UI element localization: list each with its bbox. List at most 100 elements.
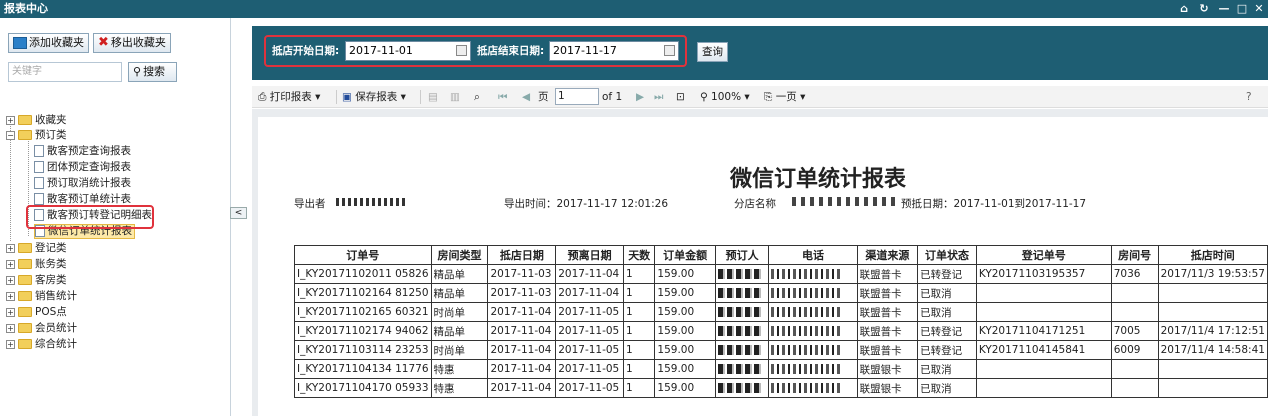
table-cell: 2017-11-05 bbox=[555, 359, 624, 379]
expand-icon[interactable]: + bbox=[6, 115, 15, 125]
redacted-value bbox=[717, 345, 762, 355]
table-cell: 159.00 bbox=[654, 283, 716, 303]
table-row: I_KY20171103114 23253 时尚单 2017-11-04 2017-1… bbox=[294, 340, 1268, 360]
table-cell: 2017-11-04 bbox=[487, 340, 557, 360]
table-cell: 已转登记 bbox=[917, 321, 977, 341]
table-cell: 2017/11/4 17:12:51 bbox=[1157, 321, 1268, 341]
branch-value-redacted bbox=[792, 197, 896, 206]
print-button[interactable]: ⎙ 打印报表 ▾ bbox=[258, 86, 320, 108]
table-cell: KY20171104171251 bbox=[975, 321, 1112, 341]
zoom-icon: ⚲ bbox=[700, 91, 708, 103]
export-icon[interactable]: ▤ bbox=[428, 86, 438, 108]
start-date-input[interactable]: 2017-11-01 bbox=[345, 41, 471, 61]
zoom-dropdown[interactable]: ⚲ 100% ▾ bbox=[700, 86, 750, 108]
table-cell bbox=[714, 283, 770, 303]
table-cell: 已转登记 bbox=[917, 264, 977, 284]
table-cell: 1 bbox=[622, 264, 656, 284]
document-icon bbox=[34, 193, 44, 205]
table-cell: 159.00 bbox=[654, 359, 716, 379]
end-date-input[interactable]: 2017-11-17 bbox=[549, 41, 679, 61]
page-number-input[interactable]: 1 bbox=[555, 88, 599, 105]
column-header: 房间类型 bbox=[430, 245, 489, 265]
selection-highlight bbox=[26, 205, 154, 229]
table-cell: 联盟普卡 bbox=[856, 321, 919, 341]
tree-item-booking-cancel[interactable]: 预订取消统计报表 bbox=[34, 176, 131, 191]
table-cell: 联盟银卡 bbox=[856, 378, 919, 398]
redacted-value bbox=[717, 288, 762, 298]
maximize-icon[interactable]: □ bbox=[1234, 0, 1250, 18]
expand-icon[interactable]: + bbox=[6, 323, 15, 333]
find-icon[interactable]: ⌕ bbox=[474, 86, 480, 108]
tree-node-rooms[interactable]: + 客房类 bbox=[6, 273, 67, 288]
home-icon[interactable]: ⌂ bbox=[1176, 0, 1192, 18]
expand-icon[interactable]: + bbox=[6, 243, 15, 253]
fit-page-icon[interactable]: ⊡ bbox=[676, 86, 685, 108]
calendar-icon[interactable] bbox=[664, 45, 675, 56]
prev-page-icon[interactable]: ◀ bbox=[522, 86, 530, 108]
keyword-input[interactable]: 关键字 bbox=[8, 62, 122, 82]
last-page-icon[interactable]: ⏭ bbox=[654, 86, 663, 108]
app-titlebar: 报表中心 bbox=[0, 0, 1268, 18]
expand-icon[interactable]: + bbox=[6, 259, 15, 269]
table-cell bbox=[1157, 378, 1268, 398]
tree-item-group-booking[interactable]: 团体预定查询报表 bbox=[34, 160, 131, 175]
help-icon[interactable]: ? bbox=[1246, 86, 1252, 108]
page-count: of 1 bbox=[602, 91, 623, 103]
clipboard-icon[interactable]: ▥ bbox=[450, 86, 460, 108]
redacted-value bbox=[717, 269, 762, 279]
table-cell: 联盟普卡 bbox=[856, 264, 919, 284]
search-button[interactable]: ⚲ 搜索 bbox=[128, 62, 177, 82]
column-header: 渠道来源 bbox=[856, 245, 919, 265]
collapse-panel-button[interactable]: < bbox=[230, 207, 247, 219]
report-tree: + 收藏夹 − 预订类 散客预定查询报表 团体预定查询报表 预订取消统计报表 散客预… bbox=[6, 113, 226, 373]
folder-icon bbox=[18, 259, 32, 269]
expand-icon[interactable]: + bbox=[6, 275, 15, 285]
query-button[interactable]: 查询 bbox=[697, 42, 728, 62]
tree-node-favorites[interactable]: + 收藏夹 bbox=[6, 113, 67, 128]
minimize-icon[interactable]: — bbox=[1216, 0, 1232, 18]
table-cell bbox=[714, 321, 770, 341]
save-button[interactable]: ▣ 保存报表 ▾ bbox=[342, 86, 406, 108]
tree-node-members[interactable]: + 会员统计 bbox=[6, 321, 77, 336]
column-header: 预离日期 bbox=[555, 245, 624, 265]
expand-icon[interactable]: + bbox=[6, 339, 15, 349]
tree-node-pos[interactable]: + POS点 bbox=[6, 305, 67, 320]
end-date-label: 抵店结束日期: bbox=[477, 45, 545, 57]
add-favorite-button[interactable]: 添加收藏夹 bbox=[8, 33, 89, 53]
table-cell bbox=[768, 359, 858, 379]
table-cell: 联盟普卡 bbox=[856, 302, 919, 322]
page-label: 页 bbox=[538, 91, 549, 103]
table-row: I_KY20171102011 05826 精品单 2017-11-03 2017-1… bbox=[294, 264, 1268, 284]
first-page-icon[interactable]: ⏮ bbox=[498, 86, 507, 108]
report-viewport: 微信订单统计报表 导出者 导出时间：2017-11-17 12:01:26 分店… bbox=[252, 109, 1268, 416]
refresh-icon[interactable]: ↻ bbox=[1196, 0, 1212, 18]
column-header: 电话 bbox=[768, 245, 858, 265]
view-mode-dropdown[interactable]: ⎘ 一页 ▾ bbox=[764, 86, 805, 108]
tree-node-booking[interactable]: − 预订类 bbox=[6, 128, 67, 143]
table-cell bbox=[768, 321, 858, 341]
report-title: 微信订单统计报表 bbox=[730, 167, 907, 192]
expand-icon[interactable]: + bbox=[6, 291, 15, 301]
table-cell: 时尚单 bbox=[430, 340, 489, 360]
next-page-icon[interactable]: ▶ bbox=[636, 86, 644, 108]
table-cell: 7005 bbox=[1110, 321, 1159, 341]
tree-node-register[interactable]: + 登记类 bbox=[6, 241, 67, 256]
exporter-label: 导出者 bbox=[294, 198, 326, 210]
table-cell: 已取消 bbox=[917, 283, 977, 303]
table-cell: 6009 bbox=[1110, 340, 1159, 360]
tree-node-summary[interactable]: + 综合统计 bbox=[6, 337, 77, 352]
redacted-value bbox=[771, 364, 842, 374]
table-cell: 精品单 bbox=[430, 264, 489, 284]
close-icon[interactable]: ✕ bbox=[1251, 0, 1267, 18]
collapse-icon[interactable]: − bbox=[6, 130, 15, 140]
remove-favorite-button[interactable]: ✖ 移出收藏夹 bbox=[93, 33, 171, 53]
tree-node-accounts[interactable]: + 账务类 bbox=[6, 257, 67, 272]
folder-icon bbox=[18, 243, 32, 253]
document-icon bbox=[34, 145, 44, 157]
tree-node-sales[interactable]: + 销售统计 bbox=[6, 289, 77, 304]
redacted-value bbox=[771, 345, 842, 355]
tree-item-booking-query[interactable]: 散客预定查询报表 bbox=[34, 144, 131, 159]
expand-icon[interactable]: + bbox=[6, 307, 15, 317]
table-cell: 2017-11-04 bbox=[487, 359, 557, 379]
calendar-icon[interactable] bbox=[456, 45, 467, 56]
